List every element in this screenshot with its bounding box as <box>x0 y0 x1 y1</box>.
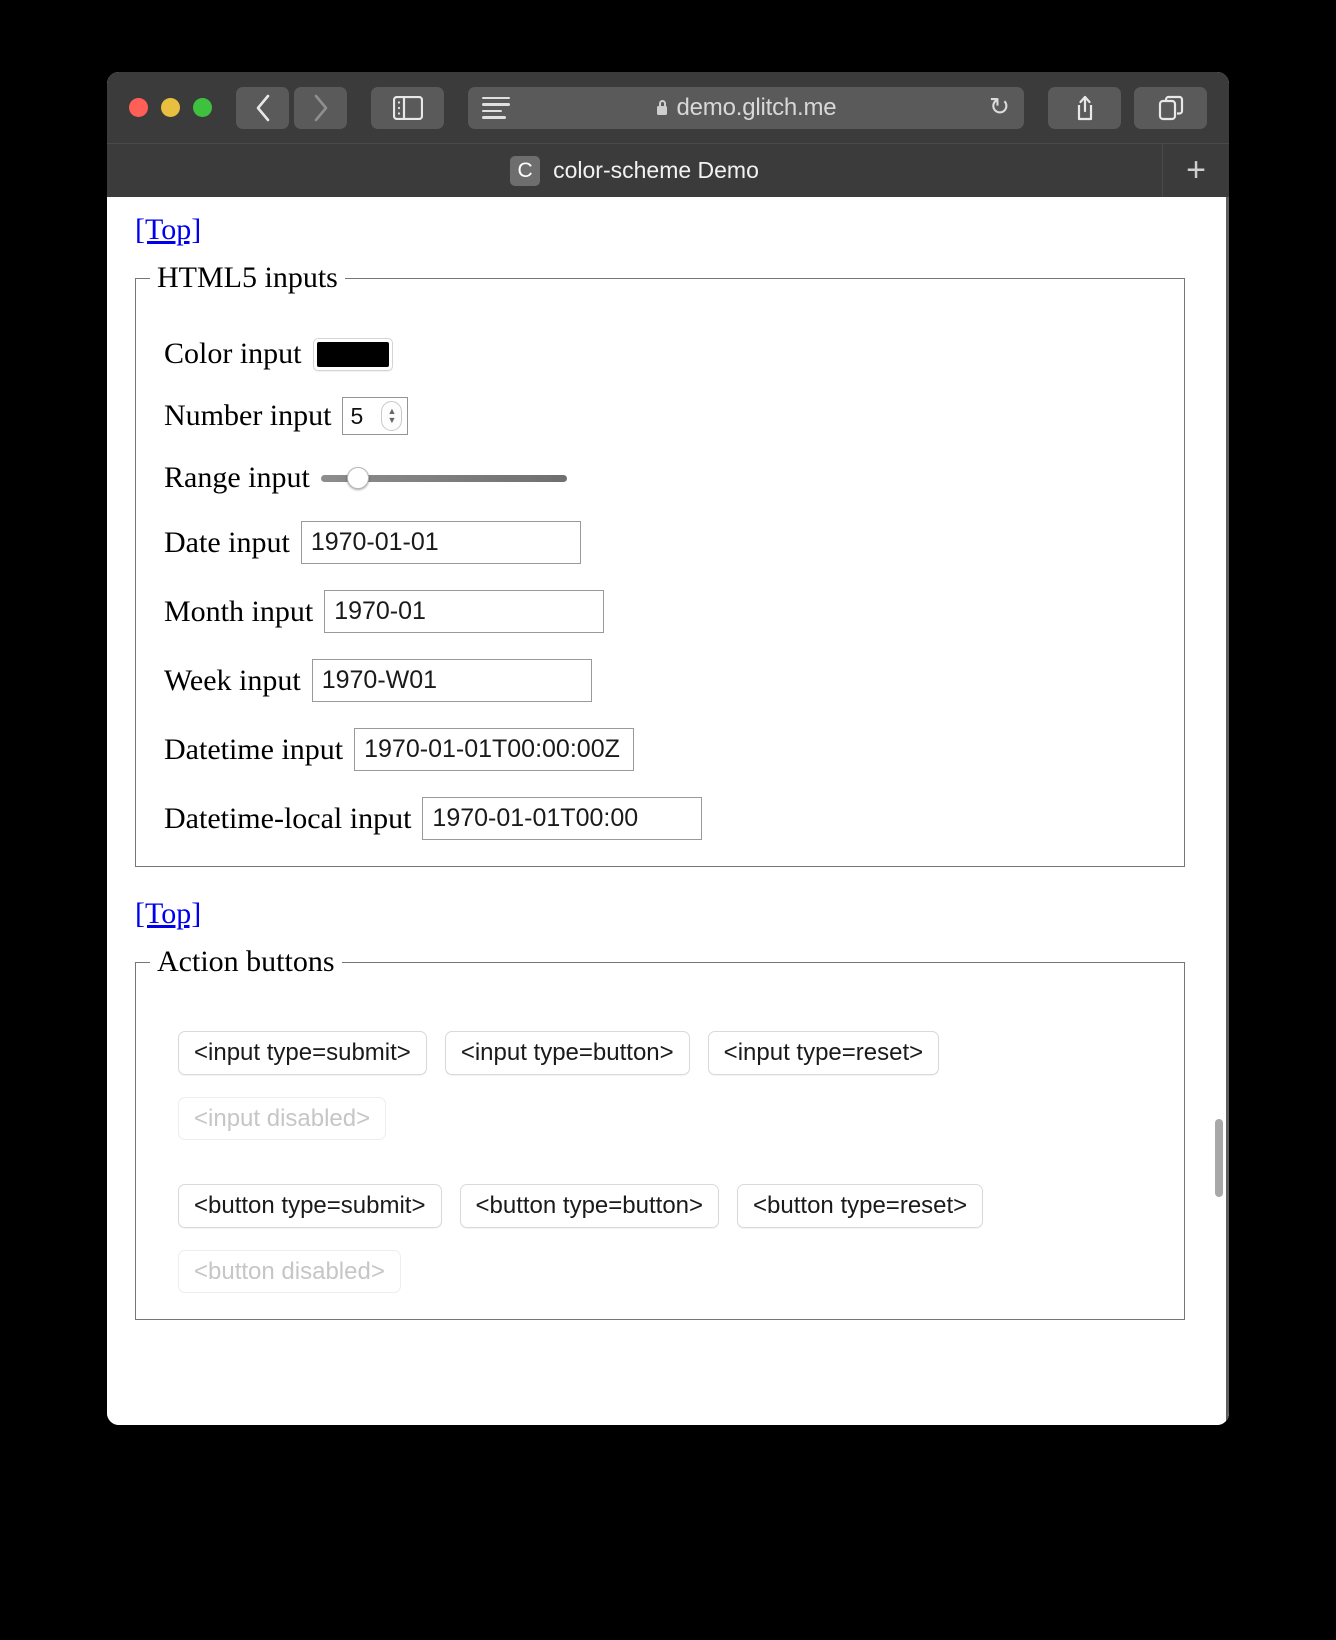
html5-inputs-legend: HTML5 inputs <box>157 261 338 294</box>
datetime-local-input[interactable]: 1970-01-01T00:00 <box>422 797 703 840</box>
sidebar-icon <box>392 95 423 120</box>
datetime-local-input-label: Datetime-local input <box>164 801 412 835</box>
input-disabled-button: <input disabled> <box>178 1096 387 1141</box>
favicon-icon: C <box>510 155 541 186</box>
share-button[interactable] <box>1048 86 1121 129</box>
number-input-value: 5 <box>350 402 364 429</box>
input-submit-button[interactable]: <input type=submit> <box>178 1031 427 1075</box>
date-input-label: Date input <box>164 525 290 559</box>
toolbar-right-buttons <box>1048 86 1207 129</box>
reload-icon[interactable]: ↻ <box>989 95 1010 120</box>
tab-overview-button[interactable] <box>1134 86 1207 129</box>
range-thumb[interactable] <box>346 467 369 489</box>
top-link-1[interactable]: [Top] <box>135 213 201 247</box>
new-tab-button[interactable]: + <box>1163 144 1229 197</box>
range-input[interactable] <box>320 467 567 489</box>
window-right-edge <box>1226 197 1229 1425</box>
top-link-2[interactable]: [Top] <box>135 897 201 931</box>
range-input-label: Range input <box>164 461 310 494</box>
button-elements-group: <button type=submit> <button type=button… <box>164 1184 1170 1294</box>
date-input[interactable]: 1970-01-01 <box>300 521 581 564</box>
button-disabled-row: <button disabled> <box>178 1249 1170 1294</box>
close-window-button[interactable] <box>129 98 148 117</box>
color-input[interactable] <box>312 337 393 371</box>
month-input-label: Month input <box>164 594 314 628</box>
reader-view-icon[interactable] <box>482 96 510 119</box>
copy-tabs-icon <box>1158 95 1183 120</box>
button-submit-button[interactable]: <button type=submit> <box>178 1184 442 1228</box>
window-controls <box>129 98 212 117</box>
input-disabled-row: <input disabled> <box>178 1096 1170 1141</box>
field-row-datetime: Datetime input 1970-01-01T00:00:00Z <box>164 728 1170 771</box>
zoom-window-button[interactable] <box>193 98 212 117</box>
month-input[interactable]: 1970-01 <box>324 590 605 633</box>
datetime-input-label: Datetime input <box>164 732 344 766</box>
action-buttons-fieldset: Action buttons <input type=submit> <inpu… <box>135 945 1185 1321</box>
scrollbar-thumb[interactable] <box>1215 1119 1223 1197</box>
tab-color-scheme-demo[interactable]: C color-scheme Demo <box>107 144 1163 197</box>
button-disabled-button: <button disabled> <box>178 1249 401 1294</box>
button-reset-button[interactable]: <button type=reset> <box>737 1184 984 1228</box>
browser-toolbar: demo.glitch.me ↻ <box>107 72 1229 143</box>
button-elements-row: <button type=submit> <button type=button… <box>178 1184 1170 1228</box>
datetime-input[interactable]: 1970-01-01T00:00:00Z <box>354 728 635 771</box>
tab-title: color-scheme Demo <box>553 157 759 183</box>
button-button-button[interactable]: <button type=button> <box>459 1184 720 1228</box>
field-row-month: Month input 1970-01 <box>164 590 1170 633</box>
week-input[interactable]: 1970-W01 <box>311 659 592 702</box>
color-swatch-fill <box>316 341 389 367</box>
input-button-button[interactable]: <input type=button> <box>444 1031 690 1075</box>
input-reset-button[interactable]: <input type=reset> <box>707 1031 940 1075</box>
input-buttons-row: <input type=submit> <input type=button> … <box>178 1031 1170 1075</box>
stepper-down-icon[interactable]: ▼ <box>388 416 397 425</box>
browser-window: demo.glitch.me ↻ C color-scheme Demo + [… <box>107 72 1229 1425</box>
vertical-scrollbar[interactable] <box>1209 197 1225 1425</box>
page-content: [Top] HTML5 inputs Color input Number in… <box>107 207 1229 1321</box>
chevron-right-icon <box>314 94 327 121</box>
input-buttons-group: <input type=submit> <input type=button> … <box>164 1031 1170 1141</box>
field-row-number: Number input 5 ▲ ▼ <box>164 397 1170 435</box>
color-input-label: Color input <box>164 337 302 370</box>
tab-bar: C color-scheme Demo + <box>107 143 1229 197</box>
desktop-backdrop: demo.glitch.me ↻ C color-scheme Demo + [… <box>0 0 1336 1640</box>
field-row-date: Date input 1970-01-01 <box>164 521 1170 564</box>
minimize-window-button[interactable] <box>161 98 180 117</box>
field-row-color: Color input <box>164 337 1170 371</box>
number-stepper-icon[interactable]: ▲ ▼ <box>381 401 403 431</box>
field-row-datetime-local: Datetime-local input 1970-01-01T00:00 <box>164 797 1170 840</box>
url-text: demo.glitch.me <box>676 93 837 121</box>
share-icon <box>1077 95 1092 120</box>
field-row-range: Range input <box>164 461 1170 495</box>
back-button[interactable] <box>236 86 289 129</box>
forward-button[interactable] <box>294 86 347 129</box>
lock-icon <box>656 100 669 116</box>
number-input-label: Number input <box>164 399 332 432</box>
address-bar-content: demo.glitch.me <box>468 94 1024 122</box>
field-row-week: Week input 1970-W01 <box>164 659 1170 702</box>
number-input[interactable]: 5 ▲ ▼ <box>342 397 409 435</box>
action-buttons-legend: Action buttons <box>157 945 335 978</box>
html5-inputs-fieldset: HTML5 inputs Color input Number input 5 … <box>135 261 1185 867</box>
chevron-left-icon <box>256 94 269 121</box>
sidebar-toggle-button[interactable] <box>371 86 444 129</box>
page-viewport: [Top] HTML5 inputs Color input Number in… <box>107 197 1229 1425</box>
navigation-buttons <box>236 86 347 129</box>
address-bar[interactable]: demo.glitch.me ↻ <box>468 86 1024 129</box>
week-input-label: Week input <box>164 663 301 697</box>
